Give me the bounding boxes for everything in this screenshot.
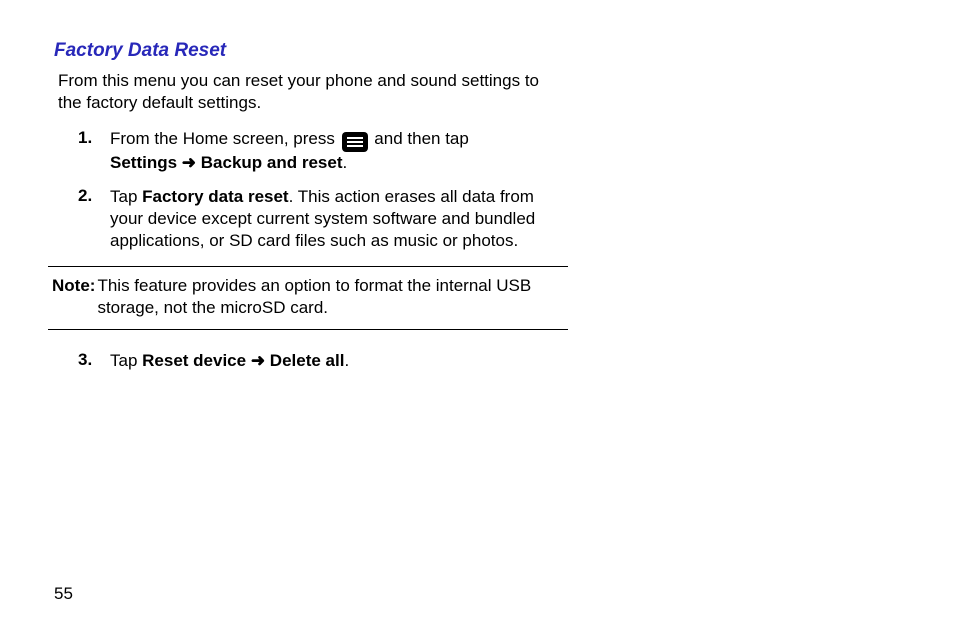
step-text: and then tap — [370, 129, 469, 148]
step-text: Tap — [110, 187, 142, 206]
note-label: Note: — [52, 275, 97, 319]
step-item: 2. Tap Factory data reset. This action e… — [54, 186, 554, 252]
step-list: 1. From the Home screen, press and then … — [54, 128, 554, 252]
step-body: From the Home screen, press and then tap… — [110, 128, 554, 174]
arrow-glyph: ➜ — [177, 153, 201, 172]
step-bold-text: Factory data reset — [142, 187, 288, 206]
note-text: This feature provides an option to forma… — [97, 275, 568, 319]
step-bold-text: Backup and reset — [201, 153, 343, 172]
manual-page: Factory Data Reset From this menu you ca… — [0, 0, 954, 636]
step-number: 3. — [78, 350, 110, 372]
section-heading: Factory Data Reset — [54, 40, 554, 62]
step-bold-text: Settings — [110, 153, 177, 172]
step-number: 2. — [78, 186, 110, 252]
step-number: 1. — [78, 128, 110, 174]
arrow-glyph: ➜ — [246, 351, 270, 370]
step-item: 1. From the Home screen, press and then … — [54, 128, 554, 174]
menu-icon — [342, 132, 368, 152]
step-body: Tap Reset device ➜ Delete all. — [110, 350, 554, 372]
content-column: Factory Data Reset From this menu you ca… — [54, 40, 554, 372]
step-text: . — [343, 153, 348, 172]
step-text: . — [344, 351, 349, 370]
step-list-cont: 3. Tap Reset device ➜ Delete all. — [54, 350, 554, 372]
page-number: 55 — [54, 584, 73, 604]
note-row: Note: This feature provides an option to… — [52, 275, 568, 319]
step-body: Tap Factory data reset. This action eras… — [110, 186, 554, 252]
step-bold-text: Delete all — [270, 351, 345, 370]
note-block: Note: This feature provides an option to… — [48, 266, 568, 330]
intro-paragraph: From this menu you can reset your phone … — [58, 70, 550, 114]
step-text: From the Home screen, press — [110, 129, 340, 148]
step-text: Tap — [110, 351, 142, 370]
step-item: 3. Tap Reset device ➜ Delete all. — [54, 350, 554, 372]
step-bold-text: Reset device — [142, 351, 246, 370]
